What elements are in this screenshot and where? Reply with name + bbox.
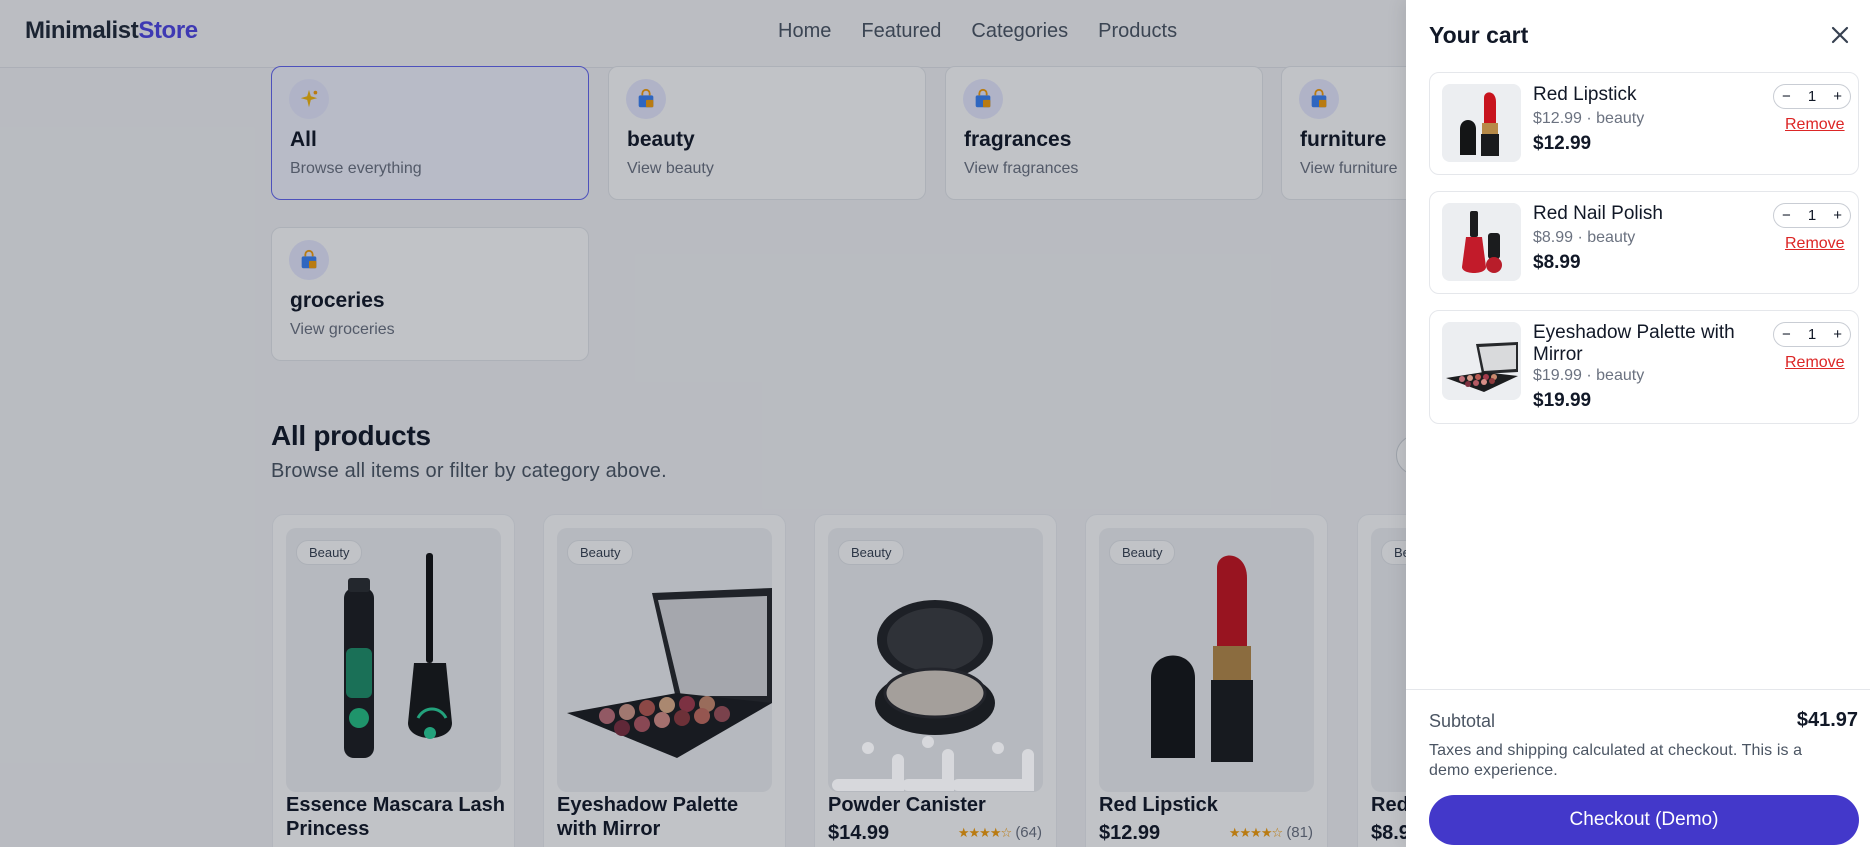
remove-button[interactable]: Remove [1785, 354, 1845, 372]
product-thumbnail [1442, 84, 1521, 162]
close-icon[interactable] [1827, 22, 1853, 48]
quantity-stepper: − 1 + [1773, 203, 1851, 228]
cart-drawer: Your cart Red Lipstick $12.99 · beauty $… [1406, 0, 1870, 847]
cart-item-meta: $8.99 · beauty [1533, 229, 1636, 246]
decrement-button[interactable]: − [1782, 207, 1791, 224]
cart-backdrop-overlay[interactable] [0, 0, 1406, 847]
increment-button[interactable]: + [1833, 326, 1842, 343]
product-thumbnail [1442, 322, 1521, 400]
remove-button[interactable]: Remove [1785, 116, 1845, 134]
cart-item: Red Nail Polish $8.99 · beauty $8.99 − 1… [1429, 191, 1859, 294]
watermark-logo [828, 730, 1038, 824]
cart-item: Eyeshadow Palette with Mirror $19.99 · b… [1429, 310, 1859, 424]
decrement-button[interactable]: − [1782, 326, 1791, 343]
decrement-button[interactable]: − [1782, 88, 1791, 105]
cart-item-meta: $19.99 · beauty [1533, 367, 1645, 384]
subtotal-label: Subtotal [1429, 711, 1496, 731]
quantity-stepper: − 1 + [1773, 322, 1851, 347]
checkout-button[interactable]: Checkout (Demo) [1429, 795, 1859, 845]
remove-button[interactable]: Remove [1785, 235, 1845, 253]
cart-footer-divider [1406, 689, 1870, 690]
cart-item: Red Lipstick $12.99 · beauty $12.99 − 1 … [1429, 72, 1859, 175]
cart-item-price: $19.99 [1533, 390, 1592, 411]
cart-item-price: $12.99 [1533, 133, 1592, 154]
quantity-value: 1 [1807, 207, 1817, 224]
cart-item-name: Red Nail Polish [1533, 203, 1663, 224]
increment-button[interactable]: + [1833, 207, 1842, 224]
cart-item-price: $8.99 [1533, 252, 1581, 273]
product-thumbnail [1442, 203, 1521, 281]
subtotal-value: $41.97 [1796, 709, 1858, 731]
quantity-stepper: − 1 + [1773, 84, 1851, 109]
increment-button[interactable]: + [1833, 88, 1842, 105]
cart-item-name: Eyeshadow Palette with Mirror [1533, 322, 1735, 365]
quantity-value: 1 [1807, 326, 1817, 343]
cart-title: Your cart [1429, 22, 1529, 48]
cart-item-meta: $12.99 · beauty [1533, 110, 1645, 127]
cart-item-name: Red Lipstick [1533, 84, 1637, 105]
checkout-note: Taxes and shipping calculated at checkou… [1429, 742, 1803, 779]
quantity-value: 1 [1807, 88, 1817, 105]
